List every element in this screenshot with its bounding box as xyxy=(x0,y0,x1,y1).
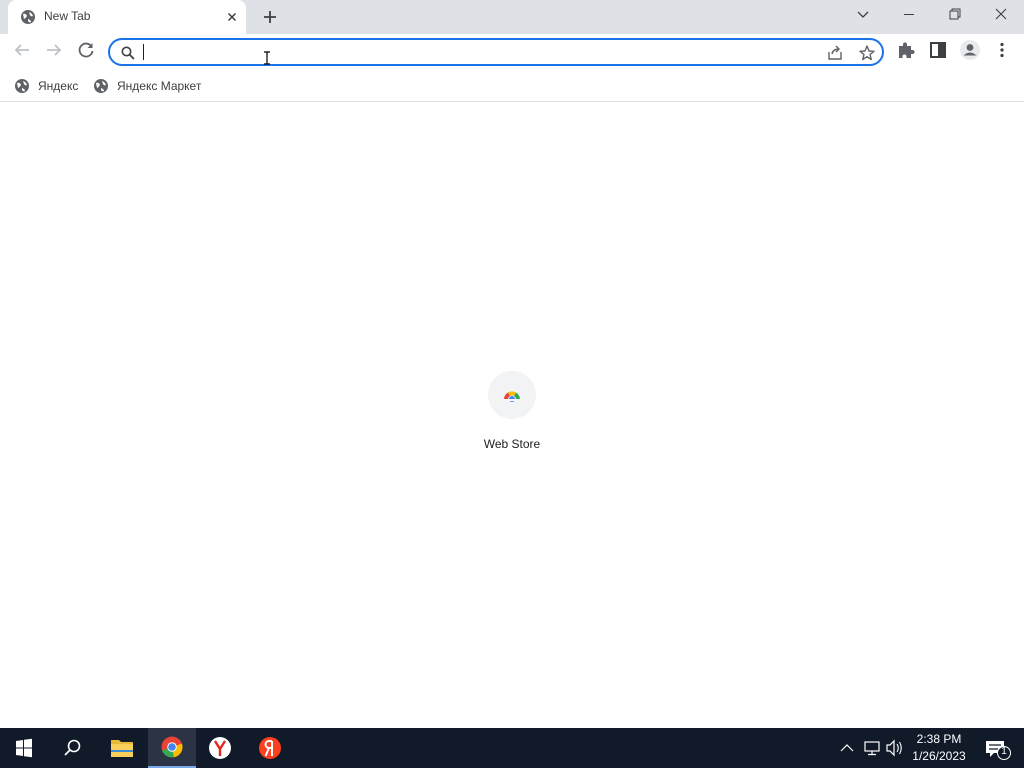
profile-icon[interactable] xyxy=(958,38,982,62)
tab-search-icon[interactable] xyxy=(840,0,886,30)
globe-icon xyxy=(21,10,35,24)
globe-icon xyxy=(94,79,108,93)
chrome-icon[interactable] xyxy=(148,728,196,768)
minimize-icon[interactable] xyxy=(886,0,932,30)
toolbar xyxy=(0,34,1024,70)
tab-new-tab[interactable]: New Tab xyxy=(8,0,246,34)
new-tab-page: Web Store xyxy=(0,103,1024,728)
windows-start-icon[interactable] xyxy=(0,728,48,768)
search-icon xyxy=(121,46,135,60)
taskbar: 2:38 PM 1/26/2023 1 xyxy=(0,728,1024,768)
volume-icon[interactable] xyxy=(884,728,904,768)
new-tab-plus-icon[interactable] xyxy=(256,5,284,29)
side-panel-icon[interactable] xyxy=(926,38,950,62)
back-icon[interactable] xyxy=(8,36,36,64)
notifications-button[interactable]: 1 xyxy=(980,728,1016,768)
web-store-icon xyxy=(504,391,520,402)
bookmark-yandex-market[interactable]: Яндекс Маркет xyxy=(93,74,201,98)
shortcut-web-store[interactable]: Web Store xyxy=(470,371,554,455)
shortcut-label: Web Store xyxy=(483,437,541,451)
clock-time: 2:38 PM xyxy=(916,732,962,746)
clock-date: 1/26/2023 xyxy=(912,749,966,763)
bookmark-label: Яндекс Маркет xyxy=(117,79,202,93)
network-icon[interactable] xyxy=(862,728,882,768)
yandex-browser-icon[interactable] xyxy=(196,728,244,768)
search-icon[interactable] xyxy=(48,728,96,768)
show-hidden-icons-chevron-icon[interactable] xyxy=(838,728,856,768)
tab-strip: New Tab xyxy=(0,0,1024,34)
bookmark-label: Яндекс xyxy=(38,79,79,93)
address-input[interactable] xyxy=(142,43,822,63)
tab-close-icon[interactable] xyxy=(224,9,240,25)
extensions-icon[interactable] xyxy=(894,38,918,62)
text-caret xyxy=(143,44,144,60)
globe-icon xyxy=(15,79,29,93)
forward-icon[interactable] xyxy=(40,36,68,64)
bookmark-yandex[interactable]: Яндекс xyxy=(14,74,78,98)
system-clock[interactable]: 2:38 PM 1/26/2023 xyxy=(906,731,972,765)
reload-icon[interactable] xyxy=(72,36,100,64)
notifications-count: 1 xyxy=(1001,746,1007,757)
text-cursor-icon xyxy=(264,51,270,65)
star-icon[interactable] xyxy=(858,44,876,62)
yandex-icon[interactable] xyxy=(246,728,294,768)
address-bar[interactable] xyxy=(108,38,884,66)
bookmarks-bar: Яндекс Яндекс Маркет xyxy=(0,70,1024,102)
notifications-icon xyxy=(986,741,1011,760)
tab-title: New Tab xyxy=(44,9,91,23)
share-icon[interactable] xyxy=(826,44,844,62)
menu-icon[interactable] xyxy=(990,38,1014,62)
shortcut-tile[interactable] xyxy=(488,371,536,419)
close-window-icon[interactable] xyxy=(978,0,1024,30)
restore-icon[interactable] xyxy=(932,0,978,30)
file-explorer-icon[interactable] xyxy=(98,728,146,768)
